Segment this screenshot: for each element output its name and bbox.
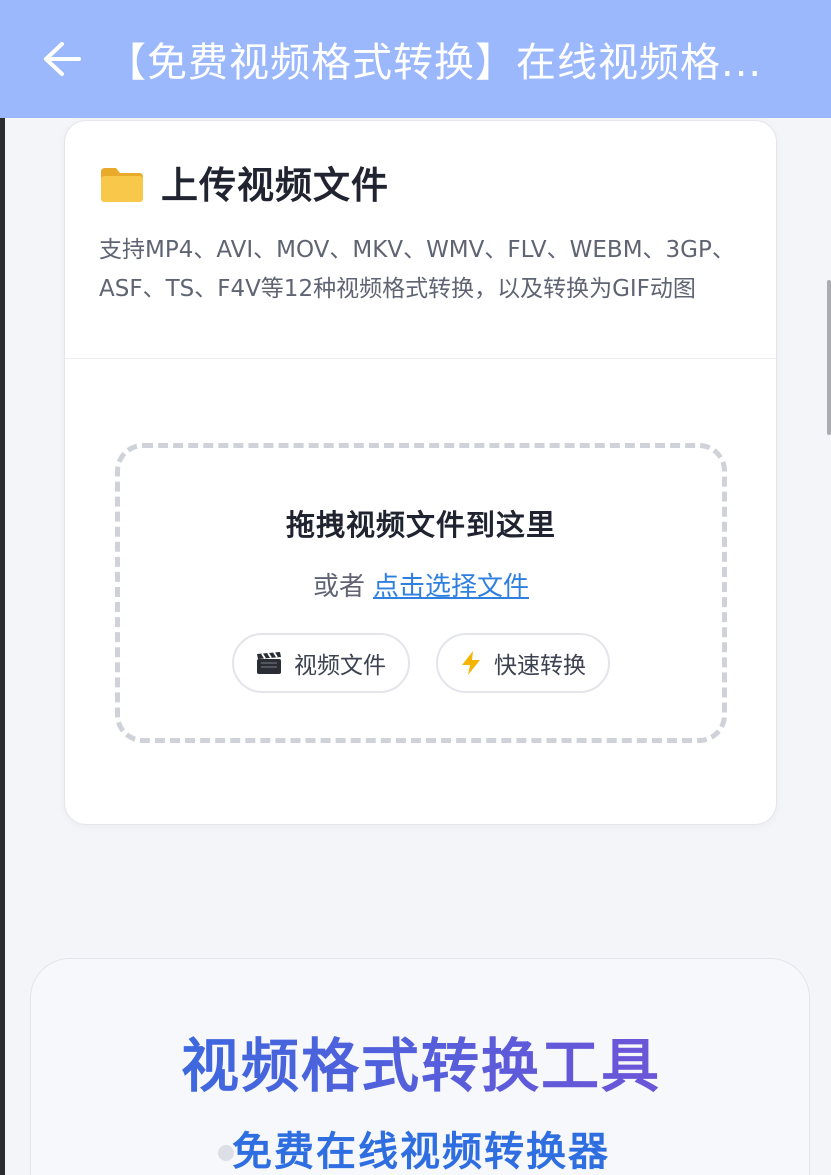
dropzone-title: 拖拽视频文件到这里 (285, 508, 556, 542)
upload-card-title: 上传视频文件 (161, 164, 389, 207)
dropzone-or-row: 或者 点击选择文件 (313, 566, 529, 603)
tool-subheading: 免费在线视频转换器 (232, 1129, 610, 1175)
select-file-link[interactable]: 点击选择文件 (373, 572, 529, 602)
upload-card-header: 上传视频文件 支持MP4、AVI、MOV、MKV、WMV、FLV、WEBM、3G… (65, 121, 776, 359)
back-button[interactable] (32, 29, 92, 89)
page-title: 【免费视频格式转换】在线视频格... (106, 40, 763, 86)
clapperboard-icon (256, 651, 282, 675)
supported-formats-text: 支持MP4、AVI、MOV、MKV、WMV、FLV、WEBM、3GP、ASF、T… (99, 237, 735, 302)
window-edge (0, 118, 5, 1175)
or-text: 或者 (312, 572, 365, 602)
upload-card: 上传视频文件 支持MP4、AVI、MOV、MKV、WMV、FLV、WEBM、3G… (64, 120, 777, 825)
file-dropzone[interactable]: 拖拽视频文件到这里 或者 点击选择文件 视频文件 快速转换 (115, 443, 727, 743)
top-app-bar: 【免费视频格式转换】在线视频格... (0, 0, 831, 118)
tool-heading: 视频格式转换工具 (31, 1019, 811, 1103)
feature-chips: 视频文件 快速转换 (232, 633, 610, 693)
arrow-left-icon (44, 42, 81, 76)
scrollbar-thumb[interactable] (827, 280, 831, 435)
decorative-dot (218, 1145, 234, 1161)
chip-label: 视频文件 (294, 653, 386, 679)
lightning-icon (460, 650, 482, 676)
chip-label: 快速转换 (494, 653, 586, 679)
tool-intro-card: 视频格式转换工具 免费在线视频转换器 (30, 958, 810, 1175)
folder-icon (99, 164, 145, 204)
chip-fast-convert: 快速转换 (436, 633, 610, 693)
chip-video-files: 视频文件 (232, 633, 410, 693)
